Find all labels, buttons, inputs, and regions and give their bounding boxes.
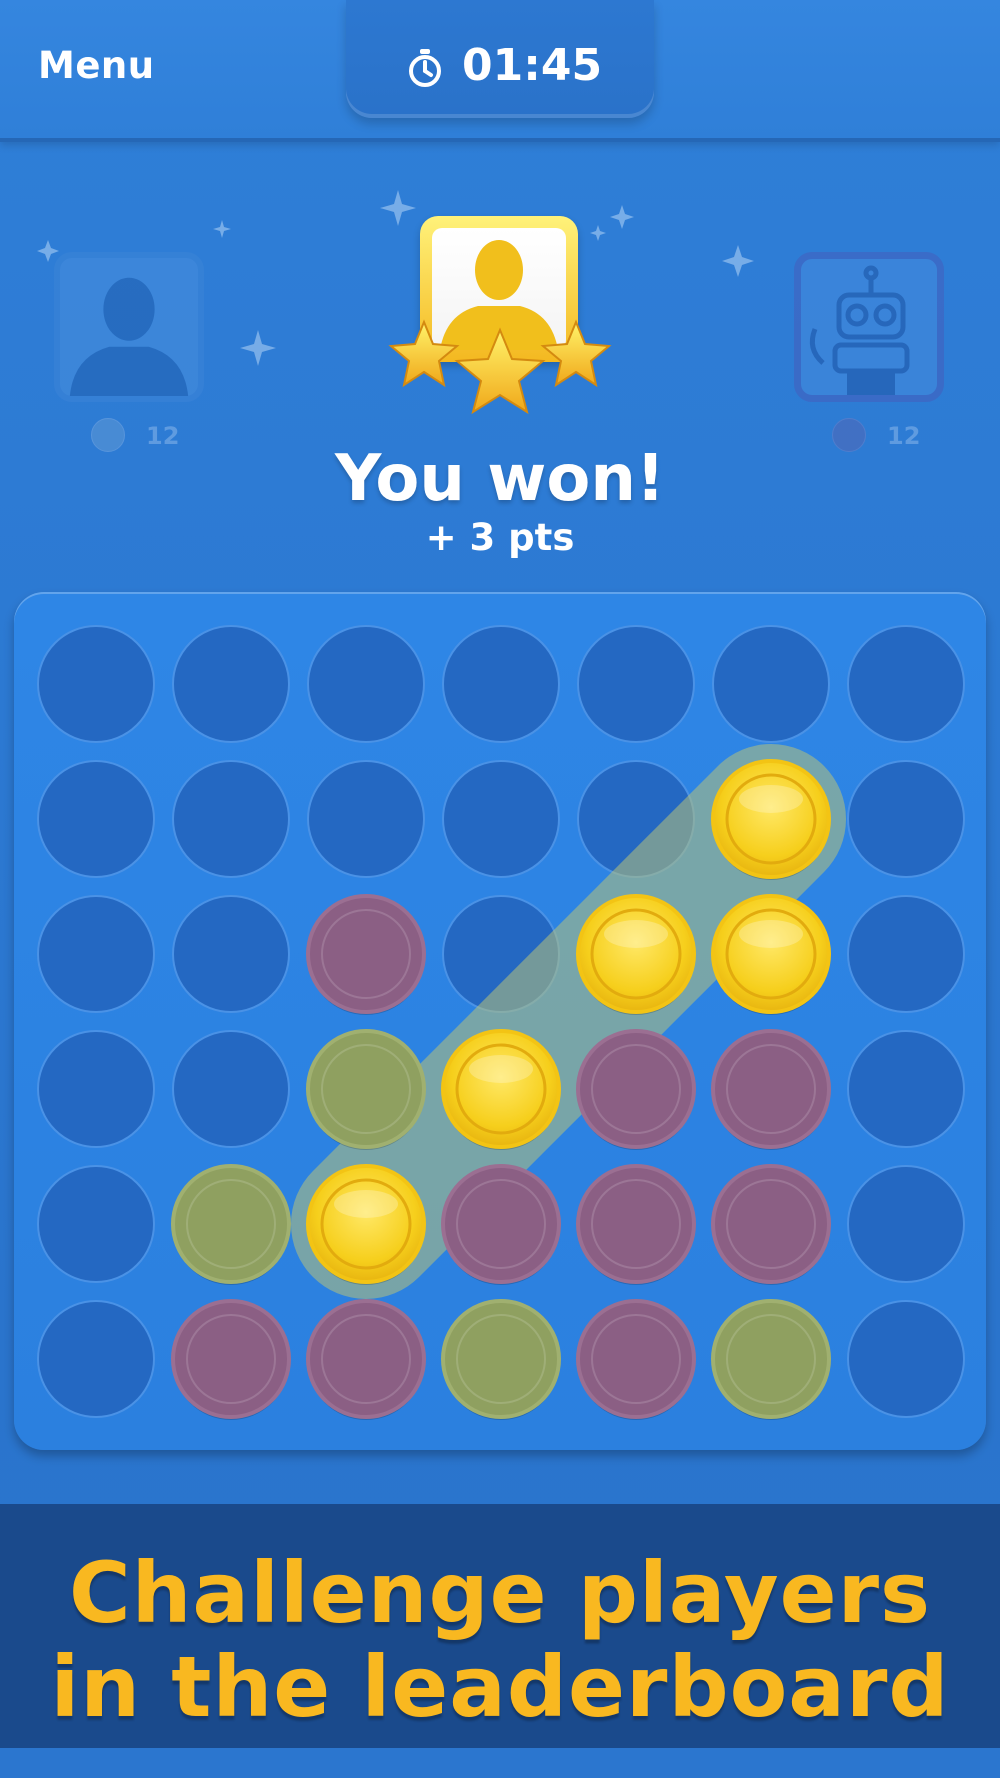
dimmed-yellow-disc: [711, 1299, 831, 1420]
left-player-avatar: [54, 252, 204, 402]
board-hole[interactable]: [37, 1300, 155, 1418]
red-disc: [576, 1299, 696, 1420]
board-hole[interactable]: [442, 760, 560, 878]
board-hole[interactable]: [307, 625, 425, 743]
promo-line-2: in the leaderboard: [50, 1638, 950, 1736]
promo-banner: Challenge players in the leaderboard: [0, 1504, 1000, 1748]
dimmed-yellow-disc: [441, 1299, 561, 1420]
dimmed-yellow-disc: [306, 1029, 426, 1150]
yellow-disc: [711, 759, 831, 880]
board-hole[interactable]: [847, 1300, 965, 1418]
board-hole[interactable]: [37, 625, 155, 743]
board-hole[interactable]: [847, 895, 965, 1013]
red-disc: [711, 1164, 831, 1285]
person-silhouette-icon: [69, 277, 189, 396]
game-board: [14, 592, 986, 1450]
yellow-disc: [711, 894, 831, 1015]
board-hole[interactable]: [307, 760, 425, 878]
red-disc: [441, 1164, 561, 1285]
board-hole[interactable]: [172, 1030, 290, 1148]
board-hole[interactable]: [712, 625, 830, 743]
result-title: You won!: [334, 442, 666, 516]
game-timer: 01:45: [462, 40, 603, 91]
red-disc: [171, 1299, 291, 1420]
menu-button[interactable]: Menu: [38, 44, 155, 87]
stopwatch-icon: [409, 49, 441, 87]
board-hole[interactable]: [172, 760, 290, 878]
board-hole[interactable]: [847, 625, 965, 743]
timer-tab: 01:45: [346, 0, 654, 118]
board-hole[interactable]: [847, 1030, 965, 1148]
board-hole[interactable]: [172, 895, 290, 1013]
board-hole[interactable]: [847, 760, 965, 878]
robot-icon: [809, 265, 910, 395]
board-hole[interactable]: [172, 625, 290, 743]
promo-line-1: Challenge players: [68, 1544, 931, 1642]
yellow-disc: [306, 1164, 426, 1285]
red-disc: [576, 1164, 696, 1285]
red-disc: [306, 894, 426, 1015]
three-stars-icon: [388, 319, 612, 415]
red-disc: [576, 1029, 696, 1150]
result-points: + 3 pts: [425, 516, 575, 559]
board-hole[interactable]: [37, 1165, 155, 1283]
board-hole[interactable]: [577, 625, 695, 743]
dimmed-yellow-disc: [171, 1164, 291, 1285]
board-hole[interactable]: [442, 625, 560, 743]
board-hole[interactable]: [847, 1165, 965, 1283]
right-player-avatar: [794, 252, 944, 402]
yellow-disc: [576, 894, 696, 1015]
yellow-disc: [441, 1029, 561, 1150]
top-bar: Menu 01:45: [0, 0, 1000, 142]
winning-line-highlight: [291, 744, 846, 1299]
board-hole[interactable]: [37, 1030, 155, 1148]
red-disc: [711, 1029, 831, 1150]
board-grid: [37, 625, 965, 1420]
red-disc: [306, 1299, 426, 1420]
board-hole[interactable]: [37, 760, 155, 878]
board-hole[interactable]: [37, 895, 155, 1013]
